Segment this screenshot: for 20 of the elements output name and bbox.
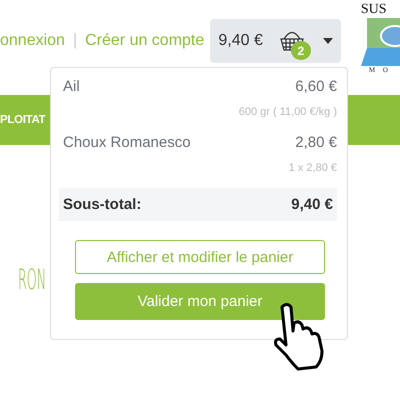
heading-text: RON: [18, 263, 46, 296]
product-name: Choux Romanesco: [63, 134, 191, 151]
product-price: 2,80 €: [295, 134, 337, 151]
product-price: 6,60 €: [295, 78, 337, 95]
menu-item[interactable]: PLOITAT: [0, 114, 46, 126]
cart-button[interactable]: 9,40 € 2: [210, 19, 341, 63]
logo-icon: [360, 18, 400, 66]
product-detail: 600 gr ( 11,00 €/kg ): [238, 106, 337, 118]
checkout-button[interactable]: Valider mon panier: [75, 283, 325, 320]
logo-text: SUS: [360, 2, 388, 18]
login-link[interactable]: onnexion: [0, 32, 65, 50]
caret-icon: [322, 38, 333, 44]
subtotal-value: 9,40 €: [291, 196, 333, 213]
register-link[interactable]: Créer un compte: [85, 32, 204, 50]
view-cart-button[interactable]: Afficher et modifier le panier: [75, 240, 325, 274]
product-name: Ail: [63, 78, 80, 95]
cart-count-badge: 2: [290, 41, 311, 60]
subtotal-label: Sous-total:: [63, 196, 142, 213]
link-separator: |: [72, 32, 78, 50]
product-detail: 1 x 2,80 €: [288, 162, 337, 174]
